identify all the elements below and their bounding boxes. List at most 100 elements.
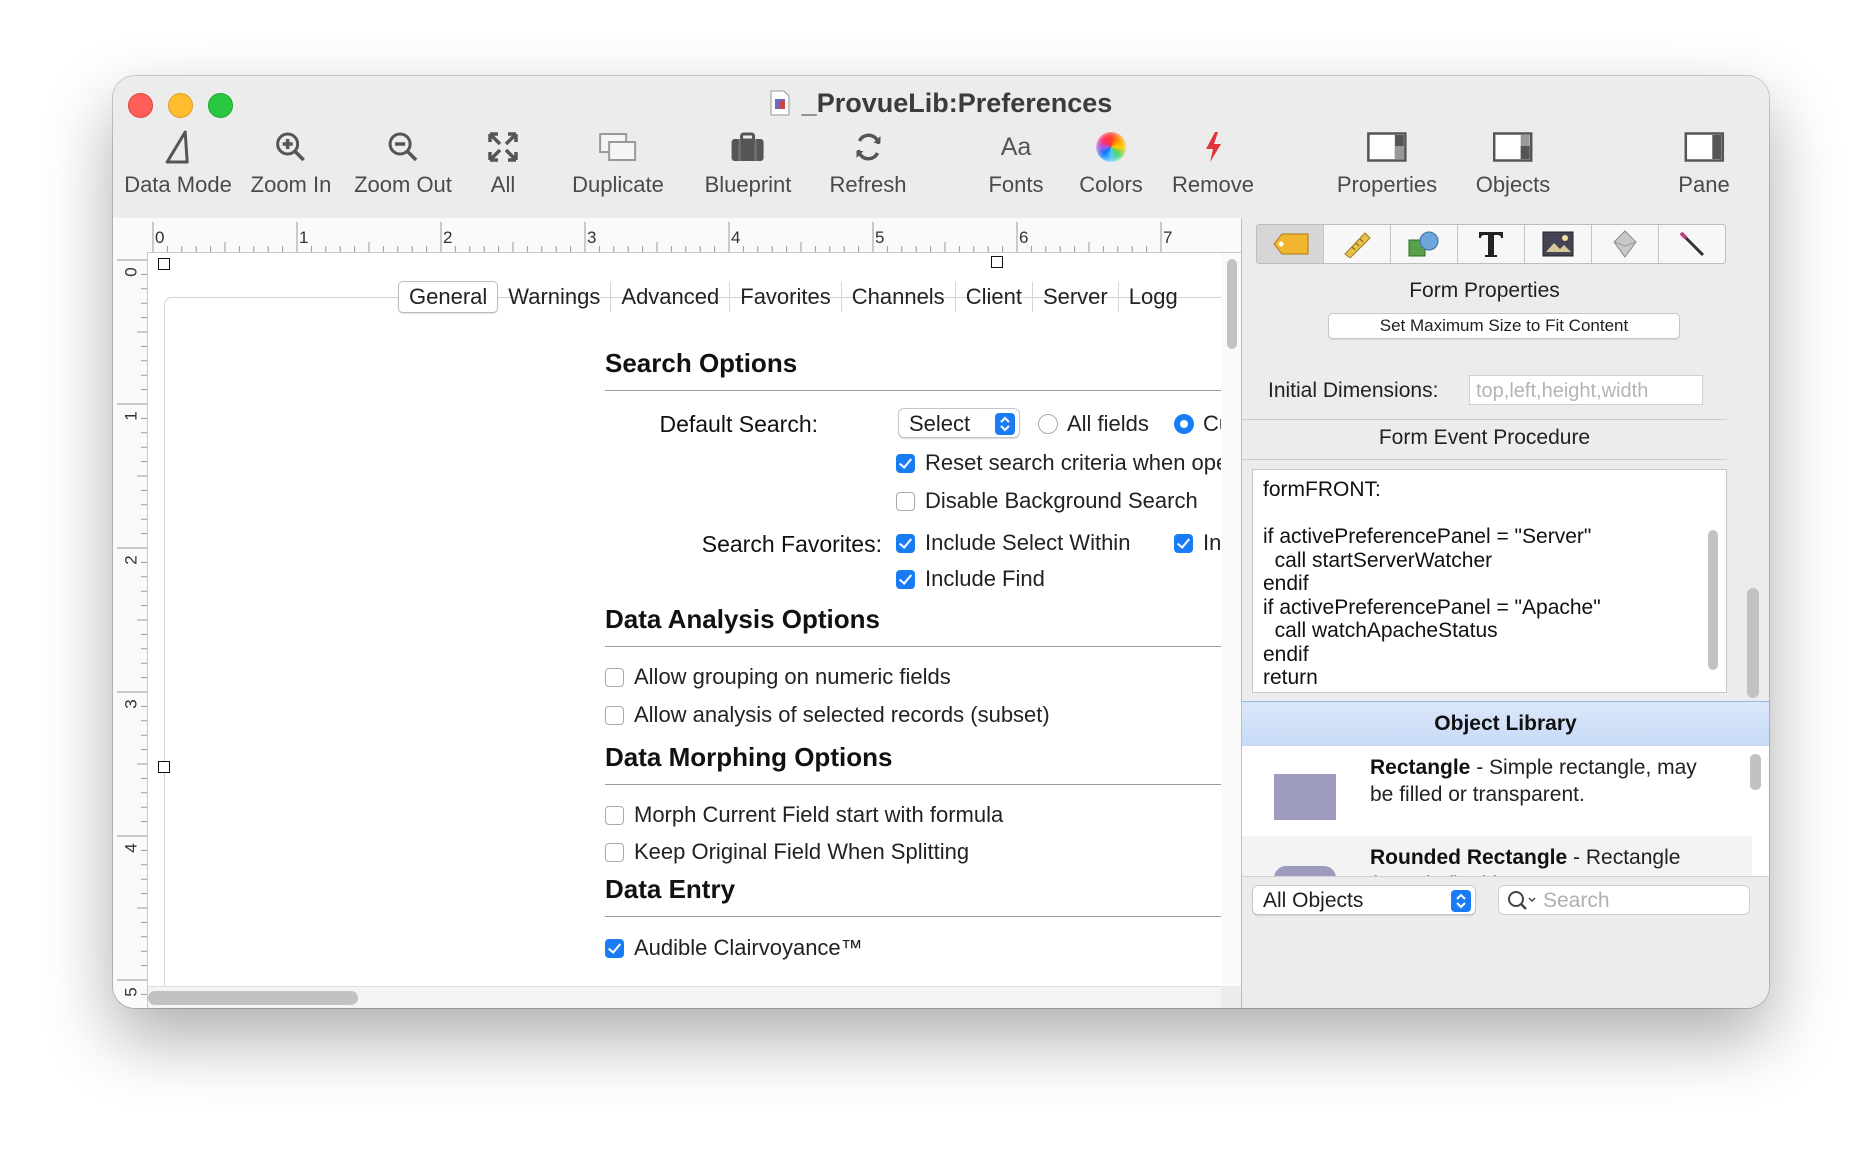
scroll-thumb[interactable] [1227, 259, 1237, 349]
toolbar-zoom-in-button[interactable]: Zoom In [251, 126, 331, 198]
tab-client[interactable]: Client [956, 282, 1033, 312]
canvas-vertical-scrollbar[interactable] [1221, 253, 1241, 986]
radio-button [1038, 414, 1058, 434]
tool-eraser[interactable] [1592, 225, 1659, 263]
library-search-input[interactable]: Search [1498, 885, 1750, 915]
reset-search-checkbox[interactable]: Reset search criteria when opening di [896, 450, 1221, 476]
toolbar-properties-button[interactable]: Properties [1337, 126, 1437, 198]
keep-original-field-checkbox[interactable]: Keep Original Field When Splitting [605, 839, 969, 865]
audible-clairvoyance-checkbox[interactable]: Audible Clairvoyance™ [605, 935, 863, 961]
toolbar-pane-button[interactable]: Pane [1678, 126, 1730, 198]
allow-analysis-checkbox[interactable]: Allow analysis of selected records (subs… [605, 702, 1050, 728]
tool-text[interactable] [1458, 225, 1525, 263]
library-scroll-thumb[interactable] [1750, 754, 1761, 790]
color-wheel-icon [1095, 132, 1126, 162]
include-select-checkbox[interactable]: Include Sele [1174, 530, 1221, 556]
rectangle-preview [1274, 774, 1336, 820]
toolbar-objects-button[interactable]: Objects [1476, 126, 1550, 198]
canvas-horizontal-scrollbar[interactable] [148, 986, 1221, 1008]
radio-all-fields[interactable]: All fields [1038, 411, 1149, 437]
library-item-rectangle[interactable]: Rectangle - Simple rectangle, may be fil… [1242, 746, 1752, 836]
data-mode-icon [165, 130, 189, 164]
tab-advanced[interactable]: Advanced [611, 282, 731, 312]
eraser-icon [1613, 230, 1637, 258]
toolbar-fonts-button[interactable]: Aa Fonts [988, 126, 1043, 198]
checkbox [896, 569, 915, 589]
toolbar-duplicate-button[interactable]: Duplicate [572, 126, 664, 198]
fonts-icon: Aa [1000, 132, 1032, 161]
properties-scroll-thumb[interactable] [1747, 588, 1759, 698]
ruler-top-label: 3 [587, 228, 597, 247]
code-scroll-thumb[interactable] [1708, 530, 1718, 670]
data-entry-heading: Data Entry [605, 874, 736, 904]
tool-shapes[interactable] [1391, 225, 1458, 263]
library-item-rounded-rectangle[interactable]: Rounded Rectangle - Rectangle (rounded) … [1242, 836, 1752, 876]
toolbar-all-button[interactable]: All [487, 126, 519, 198]
tab-general[interactable]: General [398, 281, 499, 313]
ruler-top-label: 7 [1163, 228, 1173, 247]
tool-image[interactable] [1525, 225, 1592, 263]
shapes-icon [1408, 231, 1439, 257]
toolbar-refresh-button[interactable]: Refresh [829, 126, 907, 198]
set-maximum-size-button[interactable]: Set Maximum Size to Fit Content [1328, 313, 1680, 339]
data-analysis-heading: Data Analysis Options [605, 604, 880, 634]
initial-dimensions-input[interactable]: top,left,height,width [1469, 375, 1703, 405]
toolbar-zoom-out-button[interactable]: Zoom Out [354, 126, 452, 198]
tag-icon [1273, 233, 1309, 255]
morph-current-field-checkbox[interactable]: Morph Current Field start with formula [605, 802, 1003, 828]
objects-pane-icon [1493, 132, 1533, 162]
tool-ruler[interactable] [1324, 225, 1391, 263]
ruler-top-label: 2 [443, 228, 453, 247]
library-item-name: Rectangle [1370, 756, 1471, 779]
text-tool-icon [1479, 232, 1503, 257]
object-filter-popup[interactable]: All Objects [1252, 885, 1476, 915]
toolbar-data-mode-button[interactable]: Data Mode [124, 126, 232, 198]
allow-grouping-checkbox[interactable]: Allow grouping on numeric fields [605, 664, 951, 690]
zoom-out-icon [388, 132, 418, 162]
default-search-label: Default Search: [659, 411, 818, 437]
section-rule [605, 916, 1221, 917]
chevron-updown-icon [995, 413, 1015, 435]
ruler-icon [1344, 232, 1371, 258]
tool-wand[interactable] [1659, 225, 1725, 263]
tab-logging[interactable]: Logg [1119, 282, 1188, 312]
checkbox [896, 453, 915, 473]
form-canvas[interactable]: General Warnings Advanced Favorites Chan… [148, 253, 1221, 986]
toolbar-remove-button[interactable]: Remove [1172, 126, 1254, 198]
ruler-left-label: 2 [121, 555, 141, 565]
tool-tag[interactable] [1257, 225, 1324, 263]
refresh-icon [855, 133, 880, 161]
selection-handle[interactable] [158, 761, 170, 773]
window-title: _ProvueLib:Preferences [113, 88, 1769, 119]
selection-handle[interactable] [158, 258, 170, 270]
disable-background-search-checkbox[interactable]: Disable Background Search [896, 488, 1198, 514]
tab-channels[interactable]: Channels [842, 282, 956, 312]
horizontal-ruler-ticks [152, 222, 1162, 252]
search-icon [1508, 891, 1536, 910]
ruler-left-label: 1 [121, 411, 141, 421]
ruler-left-label: 4 [121, 843, 141, 853]
scroll-thumb[interactable] [148, 991, 358, 1005]
include-find-checkbox[interactable]: Include Find [896, 566, 1045, 592]
form-event-procedure-title: Form Event Procedure [1378, 426, 1591, 449]
tab-warnings[interactable]: Warnings [498, 282, 612, 312]
ruler-top-label: 4 [731, 228, 741, 247]
ruler-top-label: 1 [299, 228, 309, 247]
radio-current-field[interactable]: Current fie [1174, 411, 1221, 437]
include-select-within-checkbox[interactable]: Include Select Within [896, 530, 1130, 556]
form-event-code-editor[interactable]: formFRONT: if activePreferencePanel = "S… [1252, 469, 1727, 693]
chevron-updown-icon [1451, 890, 1471, 912]
tab-favorites[interactable]: Favorites [730, 282, 842, 312]
toolbar-colors-button[interactable]: Colors [1079, 126, 1143, 198]
checkbox [896, 533, 915, 553]
ruler-top-label: 0 [155, 228, 165, 247]
search-options-heading: Search Options [605, 348, 798, 378]
default-search-popup[interactable]: Select [898, 408, 1020, 438]
tab-server[interactable]: Server [1033, 282, 1119, 312]
selection-handle[interactable] [991, 256, 1003, 268]
title-bar: _ProvueLib:Preferences Data Mode Zoom In… [113, 76, 1769, 219]
wand-icon [1679, 231, 1705, 257]
briefcase-icon [732, 132, 764, 161]
toolbar-blueprint-button[interactable]: Blueprint [705, 126, 791, 198]
vertical-ruler: 0 1 2 3 4 5 [113, 252, 148, 1008]
